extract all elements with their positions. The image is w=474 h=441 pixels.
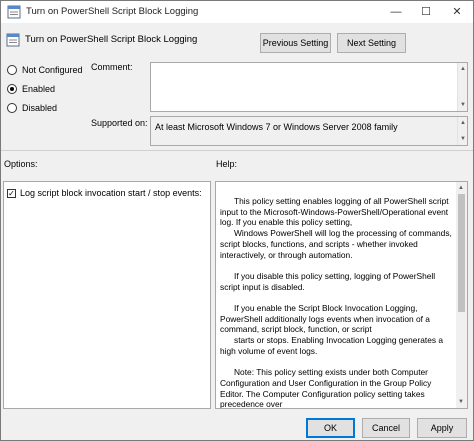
checkmark-icon: ✓ <box>8 189 15 198</box>
scroll-up-icon[interactable]: ▲ <box>456 183 466 193</box>
help-paragraph: If you enable the Script Block Invocatio… <box>220 303 430 335</box>
radio-circle[interactable] <box>7 103 17 113</box>
close-button[interactable]: ✕ <box>442 1 472 23</box>
section-divider <box>1 150 473 151</box>
policy-setting-icon <box>7 5 21 19</box>
radio-disabled[interactable]: Disabled <box>7 103 57 113</box>
comment-label: Comment: <box>91 62 133 72</box>
window-title: Turn on PowerShell Script Block Logging <box>26 6 199 17</box>
help-label: Help: <box>216 159 238 169</box>
minimize-button[interactable]: — <box>381 1 411 23</box>
scroll-thumb[interactable] <box>458 194 465 312</box>
scroll-up-icon[interactable]: ▲ <box>458 64 468 74</box>
radio-circle[interactable] <box>7 65 17 75</box>
help-paragraph: This policy setting enables logging of a… <box>220 196 449 228</box>
options-panel: ✓ Log script block invocation start / st… <box>3 181 211 409</box>
scroll-up-icon[interactable]: ▲ <box>458 118 468 128</box>
maximize-icon: ☐ <box>421 6 431 18</box>
supported-on-value: At least Microsoft Windows 7 or Windows … <box>155 122 398 132</box>
supported-scrollbar[interactable]: ▲ ▼ <box>457 117 467 145</box>
title-bar[interactable]: Turn on PowerShell Script Block Logging … <box>1 1 473 23</box>
log-invocation-checkbox[interactable]: ✓ <box>7 189 16 198</box>
help-panel[interactable]: This policy setting enables logging of a… <box>215 181 468 409</box>
log-invocation-label: Log script block invocation start / stop… <box>20 188 202 198</box>
radio-circle[interactable] <box>7 84 17 94</box>
options-label: Options: <box>4 159 38 169</box>
ok-button[interactable]: OK <box>306 418 355 438</box>
next-setting-button[interactable]: Next Setting <box>337 33 406 53</box>
radio-enabled[interactable]: Enabled <box>7 84 55 94</box>
setting-title: Turn on PowerShell Script Block Logging <box>25 34 198 45</box>
scroll-down-icon[interactable]: ▼ <box>458 134 468 144</box>
radio-label: Not Configured <box>22 65 83 75</box>
minimize-icon: — <box>390 6 402 18</box>
supported-on-label: Supported on: <box>91 118 148 128</box>
radio-label: Disabled <box>22 103 58 113</box>
close-icon: ✕ <box>452 6 462 18</box>
help-paragraph: starts or stops. Enabling Invocation Log… <box>220 335 444 356</box>
scroll-down-icon[interactable]: ▼ <box>458 100 468 110</box>
policy-dialog: Turn on PowerShell Script Block Logging … <box>0 0 474 441</box>
help-paragraph: Windows PowerShell will log the processi… <box>220 228 452 260</box>
help-scrollbar[interactable]: ▲ ▼ <box>456 182 467 408</box>
cancel-button[interactable]: Cancel <box>362 418 410 438</box>
scroll-down-icon[interactable]: ▼ <box>456 397 466 407</box>
comment-scrollbar[interactable]: ▲ ▼ <box>457 63 467 111</box>
comment-field[interactable]: ▲ ▼ <box>150 62 468 112</box>
supported-on-field: At least Microsoft Windows 7 or Windows … <box>150 116 468 146</box>
help-paragraph: If you disable this policy setting, logg… <box>220 270 436 292</box>
help-paragraph: Note: This policy setting exists under b… <box>220 367 432 409</box>
previous-setting-button[interactable]: Previous Setting <box>260 33 331 53</box>
radio-not-configured[interactable]: Not Configured <box>7 65 83 75</box>
radio-label: Enabled <box>22 84 56 94</box>
maximize-button[interactable]: ☐ <box>411 1 441 23</box>
apply-button[interactable]: Apply <box>417 418 467 438</box>
setting-header-icon <box>6 33 20 47</box>
help-text: This policy setting enables logging of a… <box>220 196 456 409</box>
